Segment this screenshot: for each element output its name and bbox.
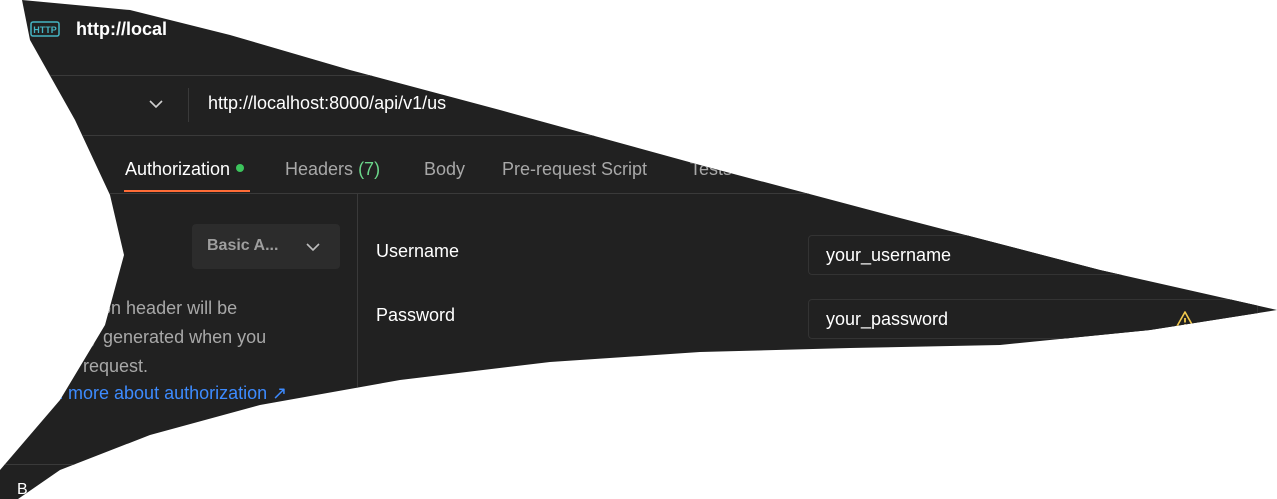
chevron-down-icon[interactable] xyxy=(148,96,164,112)
warning-icon[interactable] xyxy=(1175,310,1195,330)
username-value: your_username xyxy=(826,245,952,265)
tab-params[interactable]: s xyxy=(72,159,81,180)
learn-more-link[interactable]: n more about authorization ↗ xyxy=(53,383,287,404)
tab-prerequest-script[interactable]: Pre-request Script xyxy=(502,159,647,180)
auth-description-line: tically generated when you xyxy=(53,327,267,347)
auth-type-select[interactable]: Basic A... xyxy=(192,224,340,269)
request-tab-title[interactable]: http://local xyxy=(76,19,167,40)
password-value: your_password xyxy=(826,309,949,329)
password-field[interactable]: your_password xyxy=(808,299,1258,339)
auth-description-line: orization header will be xyxy=(53,298,238,318)
divider xyxy=(0,464,400,465)
method-select[interactable]: ET xyxy=(40,96,63,117)
tab-body[interactable]: Body xyxy=(424,159,465,180)
tab-headers[interactable]: Headers (7) xyxy=(285,159,380,180)
http-request-icon: HTTP xyxy=(30,21,60,37)
auth-type-label: Basic A... xyxy=(207,237,279,254)
tab-label: Headers xyxy=(285,159,354,179)
auth-description-line: the request. xyxy=(53,356,149,376)
url-input[interactable]: http://localhost:8000/api/v1/us xyxy=(208,93,446,114)
active-tab-indicator xyxy=(124,190,250,192)
password-label: Password xyxy=(376,305,456,325)
divider xyxy=(188,88,189,122)
app-view: HTTP http://local ET http://localhost:80… xyxy=(0,0,1277,499)
divider xyxy=(0,75,1277,76)
svg-text:HTTP: HTTP xyxy=(33,25,57,35)
divider xyxy=(0,135,1277,136)
divider xyxy=(0,193,1277,194)
username-label: Username xyxy=(376,241,460,261)
response-section-label: B xyxy=(17,481,28,498)
status-dot xyxy=(236,164,245,172)
headers-count-badge: (7) xyxy=(358,159,381,179)
panel-divider xyxy=(357,194,358,494)
tab-label: Authorization xyxy=(125,159,231,179)
username-field[interactable]: your_username xyxy=(808,235,1258,275)
chevron-down-icon xyxy=(306,243,320,252)
tab-tests[interactable]: Tests xyxy=(690,159,732,180)
page: { "request_tab": { "title": "http://loca… xyxy=(0,0,1277,499)
tab-authorization[interactable]: Authorization xyxy=(125,159,245,180)
